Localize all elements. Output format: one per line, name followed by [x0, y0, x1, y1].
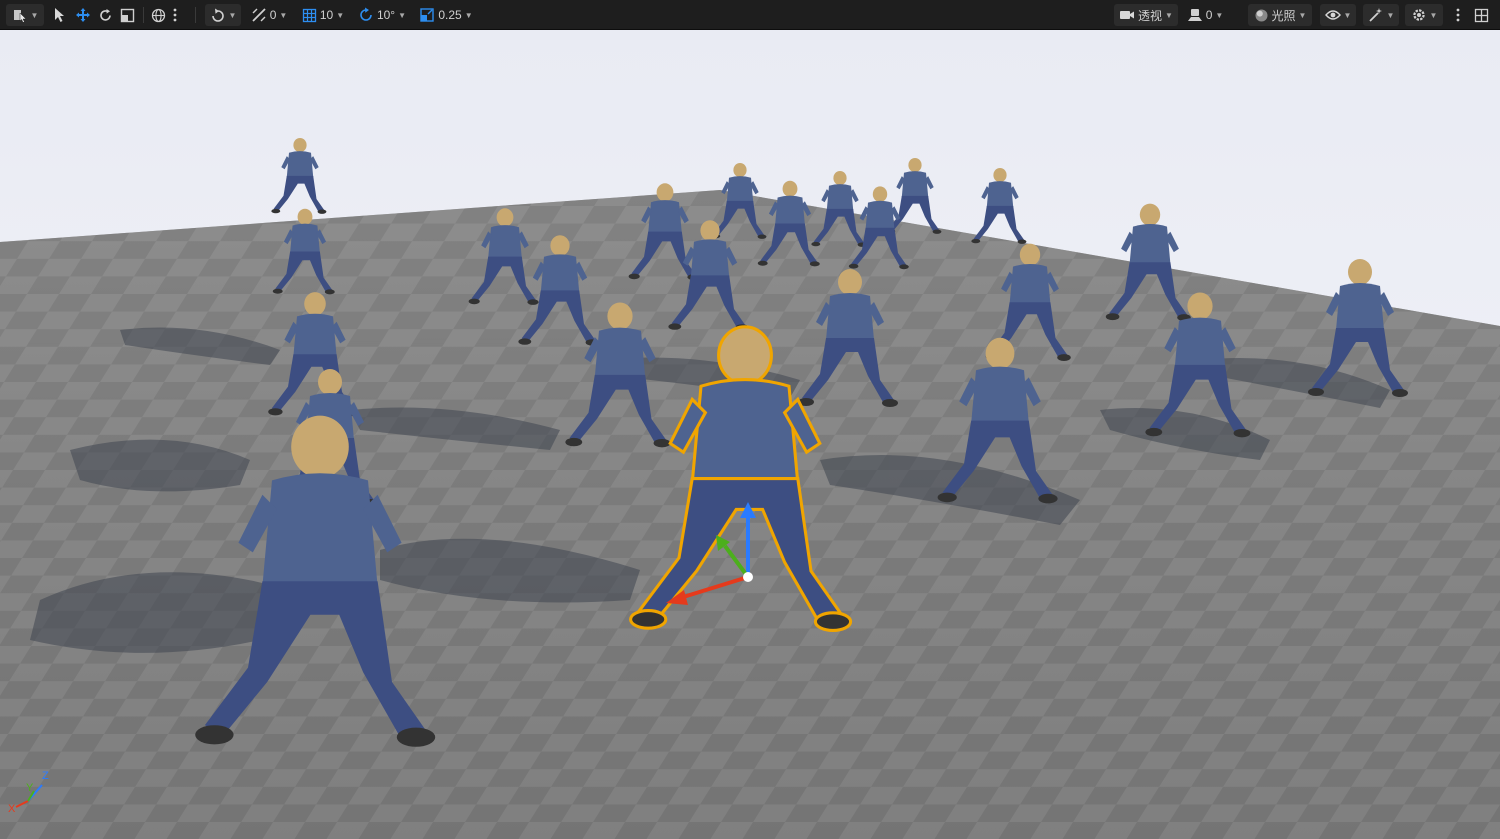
snap-grid-value: 0: [269, 8, 277, 22]
axis-x-label: X: [8, 803, 16, 813]
rotation-snap-dropdown[interactable]: 10° ▼: [355, 4, 409, 26]
view-mode-label: 透视: [1138, 8, 1163, 23]
chevron-down-icon: ▼: [1429, 10, 1438, 20]
surface-snap-dropdown[interactable]: ▼: [205, 4, 241, 26]
level-viewport[interactable]: Z Y X: [0, 30, 1500, 839]
axis-y-label: Y: [26, 782, 34, 794]
chevron-down-icon: ▼: [30, 10, 39, 20]
vertical-dots-icon: [173, 8, 177, 22]
camera-speed-icon: [1187, 9, 1202, 21]
globe-icon: [151, 8, 165, 22]
view-mode-dropdown[interactable]: 透视 ▼: [1114, 4, 1178, 26]
axis-z-label: Z: [42, 770, 49, 782]
chevron-down-icon: ▼: [1386, 10, 1395, 20]
eye-icon: [1324, 10, 1341, 20]
gear-icon: [1412, 9, 1425, 21]
chevron-down-icon: ▼: [1165, 10, 1173, 20]
rotation-snap-icon: [360, 7, 372, 21]
scale-snap-dropdown[interactable]: 0.25 ▼: [416, 4, 476, 26]
lighting-mode-dropdown[interactable]: 光照 ▼: [1248, 4, 1312, 26]
grid-snap-dropdown[interactable]: 10 ▼: [298, 4, 348, 26]
snap-grid-icon: [252, 8, 266, 22]
scale-snap-icon: [420, 8, 435, 22]
viewport-toolbar: ▼ ▼ 0 ▼ 10 ▼ 10° ▼ 0.25 ▼ 透视 ▼ 0 ▼ 光照 ▼ …: [0, 0, 1500, 30]
camera-icon: [1120, 11, 1135, 19]
world-axis-indicator: Z Y X: [6, 767, 52, 815]
lighting-mode-label: 光照: [1271, 8, 1296, 23]
scalability-dropdown[interactable]: ▼: [1363, 4, 1399, 26]
translate-tool-button[interactable]: [73, 4, 93, 26]
scale-snap-value: 0.25: [438, 8, 462, 22]
cursor-mode-icon: [13, 10, 27, 23]
snap-grid-dropdown[interactable]: 0 ▼: [248, 4, 290, 26]
rotation-snap-value: 10°: [376, 8, 396, 22]
scale-icon: [120, 8, 134, 22]
scene-render: [0, 30, 1500, 839]
move-arrows-icon: [76, 8, 90, 22]
chevron-down-icon: ▼: [1343, 10, 1352, 20]
show-flags-dropdown[interactable]: ▼: [1320, 4, 1356, 26]
vertical-dots-icon: [1456, 8, 1460, 22]
viewport-settings-dropdown[interactable]: ▼: [1405, 4, 1443, 26]
select-mode-dropdown[interactable]: ▼: [6, 4, 44, 26]
select-tool-button[interactable]: [51, 4, 69, 26]
layout-toggle-button[interactable]: [1470, 4, 1492, 26]
chevron-down-icon: ▼: [398, 10, 407, 20]
rotate-icon: [99, 8, 111, 21]
chevron-down-icon: ▼: [1298, 10, 1307, 20]
more-options-button[interactable]: [170, 4, 180, 26]
toolbar-divider: [143, 7, 144, 23]
camera-speed-value: 0: [1205, 8, 1213, 22]
chevron-down-icon: ▼: [336, 10, 345, 20]
surface-snap-icon: [211, 8, 224, 22]
axis-gizmo-icon: Z Y X: [8, 770, 49, 815]
chevron-down-icon: ▼: [1215, 10, 1224, 20]
chevron-down-icon: ▼: [228, 10, 237, 20]
toolbar-divider: [195, 7, 196, 23]
viewport-options-button[interactable]: [1452, 4, 1464, 26]
arrow-cursor-icon: [55, 8, 64, 22]
grid-icon: [302, 8, 317, 22]
camera-speed-dropdown[interactable]: 0 ▼: [1185, 4, 1225, 26]
lit-sphere-icon: [1255, 9, 1268, 21]
chevron-down-icon: ▼: [464, 10, 473, 20]
world-local-toggle[interactable]: [148, 4, 168, 26]
layout-grid-icon: [1474, 8, 1488, 22]
grid-size-value: 10: [319, 8, 334, 22]
quality-wand-icon: [1368, 8, 1382, 22]
scale-tool-button[interactable]: [118, 4, 136, 26]
chevron-down-icon: ▼: [279, 10, 288, 20]
rotate-tool-button[interactable]: [96, 4, 114, 26]
